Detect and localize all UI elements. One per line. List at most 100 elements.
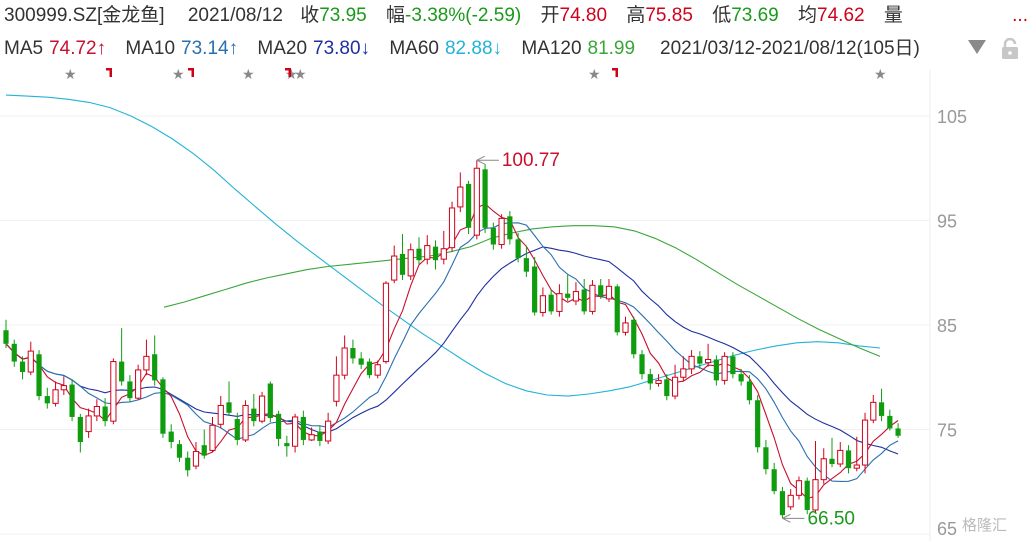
candle	[152, 335, 158, 386]
candle	[432, 240, 439, 270]
candle	[895, 423, 901, 438]
high-arrow	[476, 155, 499, 165]
candle	[176, 439, 183, 462]
candle-body	[572, 291, 580, 302]
candle	[85, 408, 92, 438]
candle-body	[382, 282, 390, 363]
candle-body	[176, 444, 183, 458]
chart-markers: ★ ★ ★ ★★ ★ ★	[64, 66, 887, 82]
candle	[341, 335, 348, 380]
candle	[119, 328, 125, 386]
candle	[688, 350, 695, 375]
candle-body	[853, 464, 860, 469]
candle-body	[350, 347, 356, 359]
event-star-icon: ★	[294, 66, 307, 82]
candle	[366, 358, 373, 379]
candle	[110, 358, 117, 425]
candlestick-chart[interactable]: ★ ★ ★ ★★ ★ ★ 10595857565 100.7766.50	[0, 0, 1034, 541]
candle-body	[85, 415, 92, 433]
candle	[581, 279, 587, 315]
candle	[242, 400, 249, 443]
event-flag-icon	[188, 68, 194, 77]
candle-body	[763, 447, 769, 470]
candle-body	[713, 359, 719, 381]
candle-body	[457, 186, 464, 208]
candle-body	[746, 381, 752, 401]
candle-body	[19, 361, 26, 373]
candle-body	[721, 355, 728, 381]
candle	[482, 164, 488, 234]
event-star-icon: ★	[242, 66, 255, 82]
candle-body	[185, 457, 191, 471]
watermark: 格隆汇	[962, 517, 1008, 534]
candle-body	[804, 480, 810, 510]
candle-body	[515, 239, 521, 259]
candle	[779, 486, 786, 519]
candle-body	[234, 419, 240, 440]
candle-body	[267, 383, 273, 419]
candle	[572, 282, 580, 306]
candle	[358, 352, 364, 369]
candle	[887, 409, 893, 431]
candle-body	[532, 266, 538, 313]
candle-body	[69, 384, 75, 417]
candle	[382, 281, 390, 364]
candle	[532, 257, 538, 316]
candle	[226, 381, 232, 416]
candle-body	[755, 400, 761, 448]
candle	[721, 352, 728, 385]
candle-body	[837, 449, 844, 465]
candle-body	[44, 396, 50, 404]
candle	[878, 388, 885, 422]
candle-body	[523, 258, 529, 272]
ma120-line	[163, 225, 881, 357]
candle-body	[143, 355, 150, 371]
candle-body	[465, 183, 472, 228]
candle-body	[845, 450, 852, 469]
candle	[812, 440, 819, 514]
candle	[267, 381, 273, 423]
candle-body	[11, 343, 17, 362]
candle-body	[787, 494, 794, 508]
candle-body	[407, 249, 414, 277]
candle	[275, 410, 282, 447]
candle	[217, 396, 224, 429]
moving-average-lines	[5, 94, 899, 500]
y-tick-label: 95	[937, 212, 957, 232]
chart-grid	[0, 70, 931, 541]
candle-body	[391, 255, 398, 281]
low-arrow	[782, 513, 805, 523]
candle-body	[325, 420, 332, 442]
candle-body	[647, 374, 653, 384]
candle-body	[416, 248, 422, 261]
candle	[507, 211, 513, 245]
candle	[143, 339, 150, 376]
candle-body	[688, 355, 695, 370]
candle	[605, 279, 613, 303]
candle-body	[878, 402, 885, 416]
candle-body	[127, 381, 133, 399]
candle	[440, 230, 447, 265]
candle-body	[639, 354, 645, 375]
candle-body	[820, 458, 827, 481]
candle	[391, 245, 398, 284]
candle-body	[275, 413, 282, 439]
candle	[11, 339, 17, 367]
candle-body	[217, 404, 224, 425]
y-tick-label: 65	[937, 519, 957, 539]
candle	[44, 387, 50, 409]
candle-body	[548, 294, 554, 312]
candle-body	[93, 406, 100, 417]
candle-body	[201, 445, 207, 456]
candle	[647, 368, 653, 390]
candle-body	[52, 389, 59, 404]
candle-body	[27, 350, 34, 373]
candle	[853, 436, 860, 472]
candle	[664, 374, 670, 401]
candle-body	[556, 293, 563, 312]
candle	[350, 339, 356, 364]
candle-body	[631, 319, 637, 355]
candle	[763, 439, 769, 475]
candle-body	[664, 379, 670, 397]
candle-body	[861, 419, 869, 466]
